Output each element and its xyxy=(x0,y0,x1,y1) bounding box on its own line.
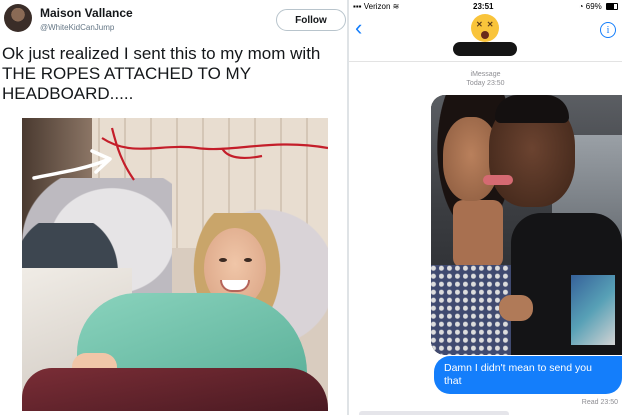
service-label: iMessage xyxy=(470,71,501,78)
image-neck xyxy=(453,200,503,268)
open-mouth-icon xyxy=(481,31,489,39)
red-ropes-icon xyxy=(101,127,328,181)
carrier-name: Verizon xyxy=(363,2,391,11)
battery-indicator: ◔ 69% xyxy=(579,2,618,11)
read-receipt: Read 23:50 xyxy=(581,399,618,406)
battery-icon xyxy=(606,3,618,11)
battery-percent: 69% xyxy=(585,2,602,11)
incoming-bubble-edge xyxy=(359,411,509,415)
signal-icon: ▪▪▪ xyxy=(353,2,362,11)
author-name[interactable]: Maison Vallance xyxy=(40,6,133,20)
tweet-card: Maison Vallance @WhiteKidCanJump Follow … xyxy=(0,0,347,415)
thread-timestamp: iMessage Today 23:50 xyxy=(349,70,622,88)
wifi-icon: ≋ xyxy=(392,2,400,11)
thread-time: Today 23:50 xyxy=(466,80,505,87)
contact-avatar[interactable]: ✕✕ xyxy=(471,14,499,42)
image-hair xyxy=(495,95,569,123)
status-bar: ▪▪▪ Verizon ≋ 23:51 ◔ 69% xyxy=(349,0,622,14)
chevron-left-icon[interactable]: ‹ xyxy=(355,17,362,39)
sent-message-bubble[interactable]: Damn I didn't mean to send you that xyxy=(434,356,622,394)
image-shirt-print xyxy=(571,275,615,345)
follow-button[interactable]: Follow xyxy=(276,9,346,31)
alarm-icon: ◔ xyxy=(578,2,584,11)
status-time: 23:51 xyxy=(473,2,494,11)
redacted-contact-name[interactable] xyxy=(453,42,517,56)
image-tongue xyxy=(483,175,513,185)
carrier-label: ▪▪▪ Verizon ≋ xyxy=(353,2,399,11)
white-arrow-icon xyxy=(32,149,112,180)
author-avatar[interactable] xyxy=(4,4,32,32)
info-icon[interactable]: i xyxy=(600,22,616,38)
dizzy-eyes-icon: ✕✕ xyxy=(476,20,498,29)
imessage-screen: ▪▪▪ Verizon ≋ 23:51 ◔ 69% ‹ ✕✕ i iMessag… xyxy=(349,0,622,415)
author-handle[interactable]: @WhiteKidCanJump xyxy=(40,23,114,32)
sent-image-message[interactable] xyxy=(431,95,622,355)
image-hand xyxy=(499,295,533,321)
tweet-text: Ok just realized I sent this to my mom w… xyxy=(2,44,321,103)
ropes-arrow-overlay xyxy=(32,127,328,181)
nav-divider xyxy=(349,61,622,62)
tweet-photo[interactable] xyxy=(22,118,328,411)
